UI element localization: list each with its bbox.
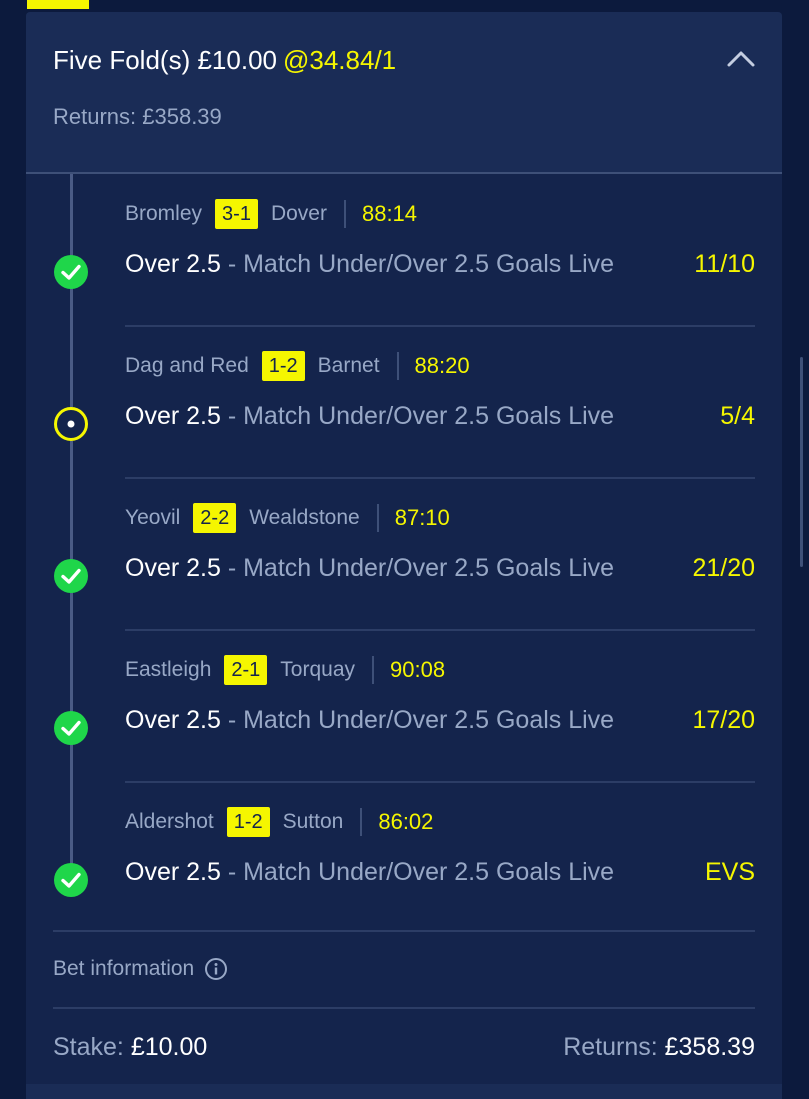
home-team: Aldershot xyxy=(125,810,214,833)
separator xyxy=(360,808,363,836)
divider xyxy=(53,930,755,932)
away-team: Barnet xyxy=(317,354,380,377)
leg-selection: Over 2.5 - Match Under/Over 2.5 Goals Li… xyxy=(125,554,614,583)
leg-odds: EVS xyxy=(704,858,755,886)
leg-match-info: Dag and Red 1-2 Barnet 88:20 xyxy=(125,350,470,382)
bet-card: Five Fold(s) £10.00 @34.84/1 Returns: £35… xyxy=(26,12,782,1099)
market-name: - Match Under/Over 2.5 Goals Live xyxy=(220,554,615,582)
bet-information-link[interactable]: Bet information xyxy=(53,957,228,981)
bet-leg: Bromley 3-1 Dover 88:14 Over 2.5 - Match Und… xyxy=(26,174,782,327)
returns-label: Returns: xyxy=(563,1033,658,1061)
selection-name: Over 2.5 xyxy=(125,706,221,734)
separator xyxy=(372,656,375,684)
match-clock: 87:10 xyxy=(394,505,450,530)
check-circle-icon xyxy=(54,863,88,897)
leg-selection: Over 2.5 - Match Under/Over 2.5 Goals Li… xyxy=(125,402,614,431)
stake-summary: Stake: £10.00 xyxy=(53,1033,207,1062)
score-badge: 2-2 xyxy=(193,503,237,533)
home-team: Eastleigh xyxy=(125,658,212,681)
bet-leg: Aldershot 1-2 Sutton 86:02 Over 2.5 - Match … xyxy=(26,782,782,934)
bet-information-label: Bet information xyxy=(53,957,195,980)
market-name: - Match Under/Over 2.5 Goals Live xyxy=(220,858,615,886)
market-name: - Match Under/Over 2.5 Goals Live xyxy=(220,706,615,734)
returns-value: £358.39 xyxy=(664,1033,755,1061)
card-footer-bar xyxy=(26,1084,782,1099)
selection-name: Over 2.5 xyxy=(125,402,221,430)
score-badge: 1-2 xyxy=(226,807,270,837)
match-clock: 86:02 xyxy=(378,809,434,834)
separator xyxy=(376,504,379,532)
away-team: Wealdstone xyxy=(249,506,360,529)
info-icon[interactable] xyxy=(204,957,228,981)
pending-circle-icon xyxy=(54,407,88,441)
match-clock: 88:20 xyxy=(414,353,470,378)
selection-name: Over 2.5 xyxy=(125,858,221,886)
chevron-up-icon[interactable] xyxy=(726,48,756,68)
leg-match-info: Yeovil 2-2 Wealdstone 87:10 xyxy=(125,502,450,534)
bet-potential-returns: Returns: £358.39 xyxy=(53,104,222,129)
selection-name: Over 2.5 xyxy=(125,250,221,278)
check-circle-icon xyxy=(54,559,88,593)
bet-leg: Yeovil 2-2 Wealdstone 87:10 Over 2.5 - Match… xyxy=(26,478,782,631)
leg-odds: 11/10 xyxy=(694,250,755,278)
leg-odds: 21/20 xyxy=(692,554,755,582)
leg-selection: Over 2.5 - Match Under/Over 2.5 Goals Li… xyxy=(125,250,614,279)
leg-match-info: Bromley 3-1 Dover 88:14 xyxy=(125,198,417,230)
away-team: Dover xyxy=(270,202,327,225)
match-clock: 90:08 xyxy=(390,657,446,682)
bet-title: Five Fold(s) £10.00 @34.84/1 xyxy=(53,45,396,76)
bet-leg: Dag and Red 1-2 Barnet 88:20 Over 2.5 - Matc… xyxy=(26,326,782,479)
separator xyxy=(343,200,346,228)
bet-leg: Eastleigh 2-1 Torquay 90:08 Over 2.5 - Match… xyxy=(26,630,782,783)
separator xyxy=(396,352,399,380)
leg-match-info: Aldershot 1-2 Sutton 86:02 xyxy=(125,806,433,838)
leg-match-info: Eastleigh 2-1 Torquay 90:08 xyxy=(125,654,445,686)
divider xyxy=(53,1007,755,1009)
bet-total-odds: @34.84/1 xyxy=(282,45,397,75)
stake-value: £10.00 xyxy=(130,1033,208,1061)
bet-card-header[interactable]: Five Fold(s) £10.00 @34.84/1 Returns: £35… xyxy=(26,12,782,174)
away-team: Sutton xyxy=(282,810,344,833)
check-circle-icon xyxy=(54,711,88,745)
selection-name: Over 2.5 xyxy=(125,554,221,582)
score-badge: 3-1 xyxy=(215,199,258,229)
leg-selection: Over 2.5 - Match Under/Over 2.5 Goals Li… xyxy=(125,706,614,735)
away-team: Torquay xyxy=(280,658,356,681)
active-tab-indicator xyxy=(27,0,89,9)
check-circle-icon xyxy=(54,255,88,289)
match-clock: 88:14 xyxy=(361,201,418,226)
score-badge: 1-2 xyxy=(261,351,305,381)
leg-odds: 5/4 xyxy=(720,402,755,430)
scrollbar-thumb[interactable] xyxy=(800,357,803,567)
market-name: - Match Under/Over 2.5 Goals Live xyxy=(220,250,615,278)
market-name: - Match Under/Over 2.5 Goals Live xyxy=(220,402,615,430)
leg-odds: 17/20 xyxy=(692,706,755,734)
home-team: Dag and Red xyxy=(125,354,249,377)
score-badge: 2-1 xyxy=(224,655,268,685)
stake-label: Stake: xyxy=(53,1033,124,1061)
leg-selection: Over 2.5 - Match Under/Over 2.5 Goals Li… xyxy=(125,858,614,887)
home-team: Bromley xyxy=(125,202,203,225)
bet-title-text: Five Fold(s) £10.00 xyxy=(53,45,277,75)
returns-summary: Returns: £358.39 xyxy=(563,1033,755,1062)
home-team: Yeovil xyxy=(125,506,181,529)
